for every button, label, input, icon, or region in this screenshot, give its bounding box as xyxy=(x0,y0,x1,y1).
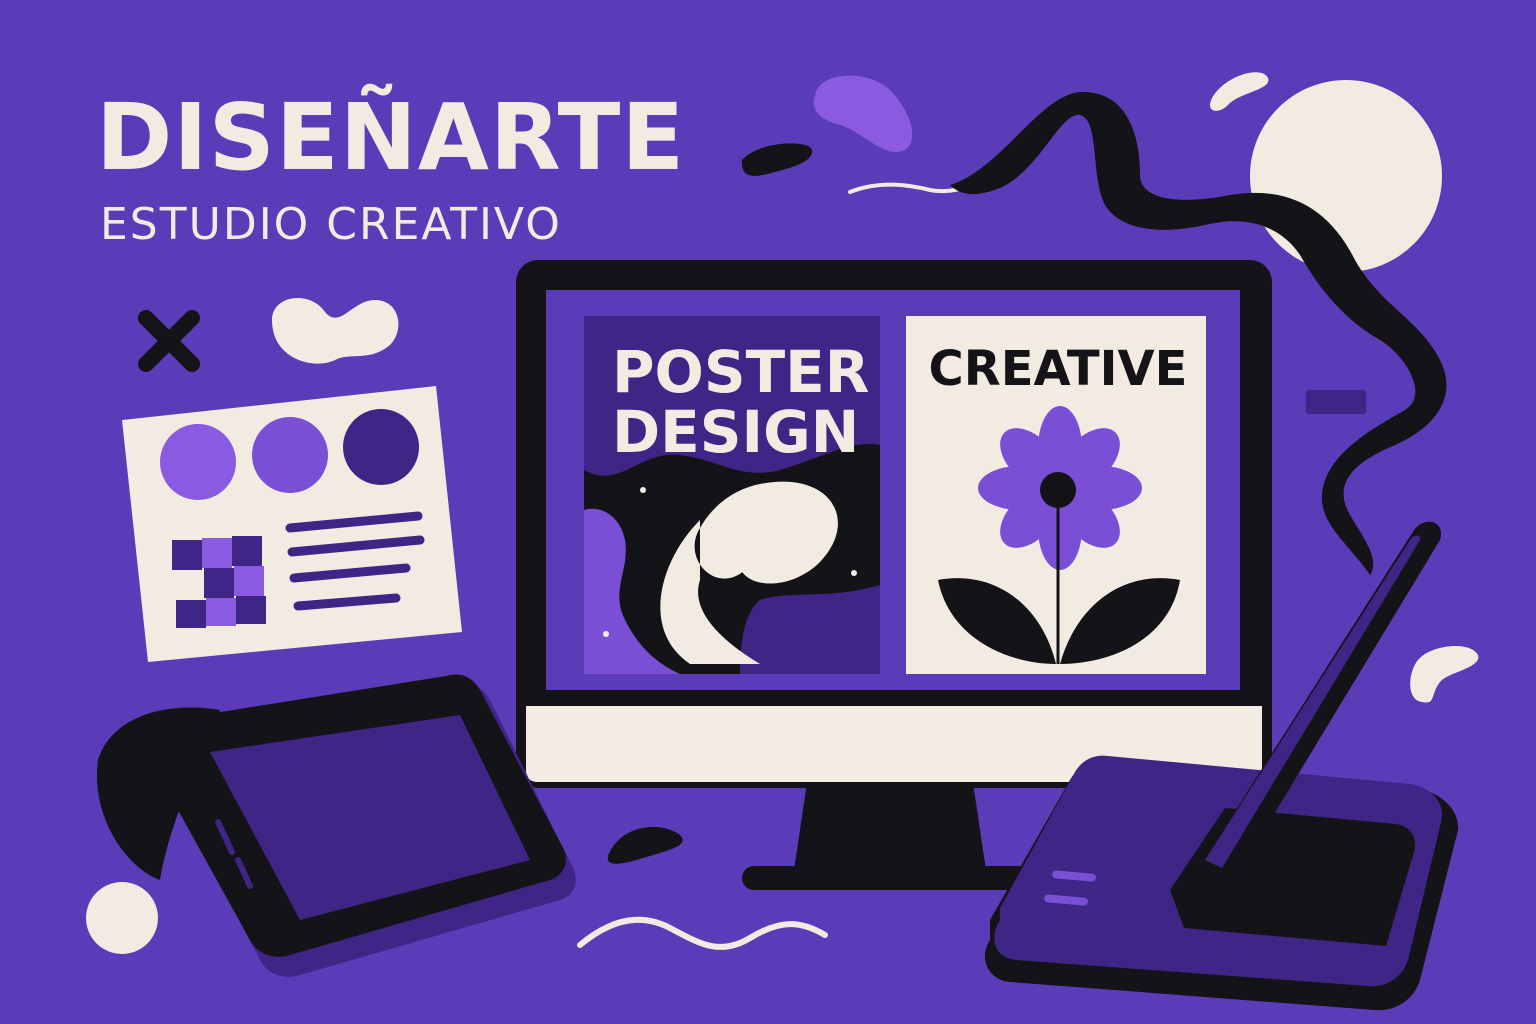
brand-subtitle: ESTUDIO CREATIVO xyxy=(100,199,562,250)
poster-left-line1: POSTER xyxy=(612,338,870,406)
side-dash xyxy=(1306,390,1366,414)
squiggle-bottom xyxy=(577,916,828,950)
swatch-circle-2 xyxy=(252,417,328,493)
illustration-canvas: DISEÑARTE ESTUDIO CREATIVO POSTER DESIGN… xyxy=(0,0,1536,1024)
swatch-circle-1 xyxy=(160,424,236,500)
swatch-card xyxy=(122,386,462,662)
poster-right-title: CREATIVE xyxy=(928,341,1188,397)
blob-top-cream xyxy=(1210,72,1269,111)
monitor-stand-neck xyxy=(794,776,986,870)
brand-title: DISEÑARTE xyxy=(96,84,686,191)
swatch-grid xyxy=(172,536,266,628)
cream-dot xyxy=(86,882,158,954)
tablet-device xyxy=(96,674,576,977)
swatch-circle-3 xyxy=(343,409,419,485)
poster-left-title: POSTER DESIGN xyxy=(612,338,870,466)
ink-blob-low xyxy=(607,826,683,864)
close-icon xyxy=(138,310,200,372)
sun-circle xyxy=(1250,80,1442,272)
blob-top-dark xyxy=(741,143,813,176)
poster-left-line2: DESIGN xyxy=(612,398,860,466)
blob-top-purple xyxy=(813,75,913,153)
cloud-blob xyxy=(272,298,399,364)
blob-right xyxy=(1410,645,1479,703)
